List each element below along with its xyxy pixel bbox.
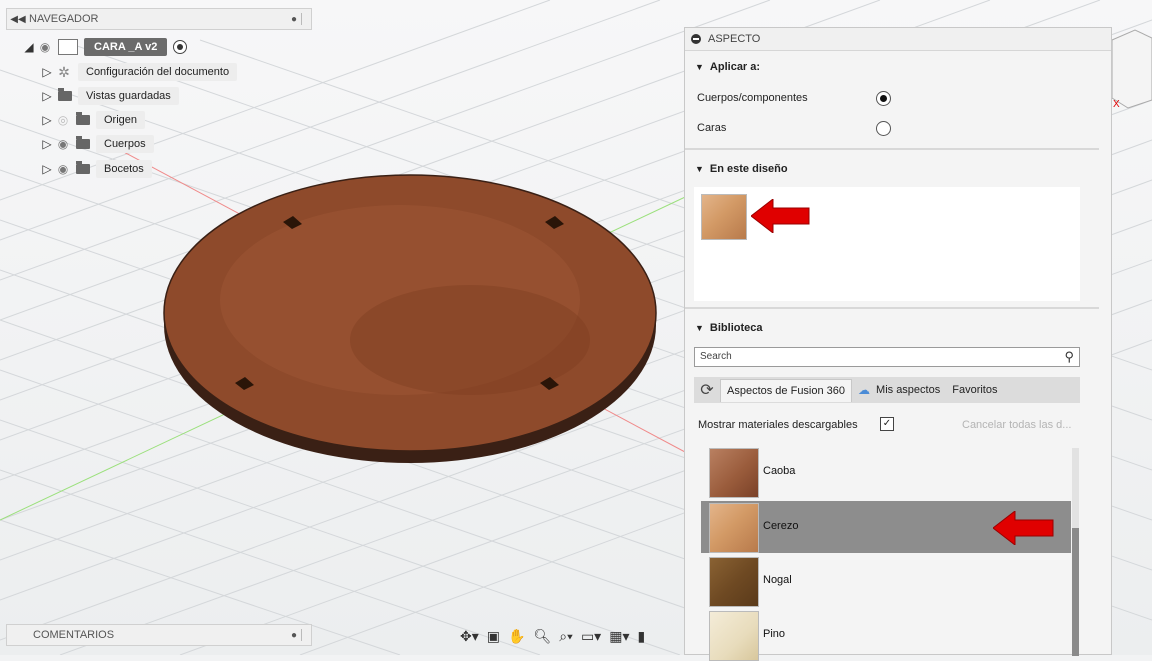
gear-icon: ✲ bbox=[58, 63, 70, 80]
activate-radio-icon[interactable] bbox=[173, 40, 188, 54]
expand-triangle-icon[interactable]: ▷ bbox=[40, 89, 54, 103]
browser-item-origin[interactable]: ▷ ◎ Origen bbox=[40, 109, 146, 131]
show-downloadable-label: Mostrar materiales descargables bbox=[698, 419, 858, 431]
folder-icon bbox=[76, 161, 90, 174]
search-placeholder: Search bbox=[700, 351, 732, 362]
nogal-swatch bbox=[709, 557, 759, 607]
red-arrow-icon bbox=[993, 511, 1054, 545]
browser-header[interactable]: ◀◀ NAVEGADOR ● bbox=[6, 8, 312, 30]
apply-to-section-title[interactable]: ▼ Aplicar a: bbox=[695, 61, 760, 73]
expand-triangle-icon[interactable]: ▷ bbox=[40, 137, 54, 151]
browser-item-bodies[interactable]: ▷ ◉ Cuerpos bbox=[40, 133, 154, 155]
library-label: Biblioteca bbox=[709, 322, 763, 334]
fit-icon[interactable]: ⌕▾ bbox=[557, 628, 575, 645]
cherry-swatch-in-design[interactable] bbox=[701, 194, 747, 240]
library-item-label: Nogal bbox=[763, 574, 792, 586]
cancel-all-downloads-link[interactable]: Cancelar todas las d... bbox=[962, 419, 1071, 431]
cloud-icon: ☁ bbox=[858, 383, 871, 397]
in-design-swatches bbox=[694, 187, 1080, 301]
library-item-nogal[interactable]: Nogal bbox=[701, 555, 1071, 607]
red-arrow-icon bbox=[751, 199, 810, 233]
folder-icon bbox=[58, 88, 72, 101]
browser-item-label: Configuración del documento bbox=[78, 63, 238, 81]
apply-bodies-radio[interactable] bbox=[876, 91, 891, 106]
look-at-icon[interactable]: ▣ bbox=[485, 628, 502, 645]
visibility-eye-icon[interactable]: ◉ bbox=[36, 40, 54, 54]
library-item-label: Cerezo bbox=[763, 520, 799, 532]
browser-item-label: Vistas guardadas bbox=[78, 87, 179, 105]
divider bbox=[685, 148, 1099, 150]
cerezo-swatch bbox=[709, 503, 759, 553]
appearance-title: ASPECTO bbox=[708, 33, 761, 45]
divider bbox=[685, 307, 1099, 309]
comments-title: COMENTARIOS bbox=[33, 629, 115, 641]
browser-pin-icon[interactable]: ● bbox=[287, 14, 301, 25]
browser-item-saved-views[interactable]: ▷ Vistas guardadas bbox=[40, 85, 179, 107]
browser-item-label: Bocetos bbox=[96, 160, 152, 178]
collapse-triangle-icon[interactable]: ▼ bbox=[695, 62, 704, 72]
pino-swatch bbox=[709, 611, 759, 661]
comments-panel[interactable]: COMENTARIOS ● bbox=[6, 624, 312, 646]
browser-item-label: Cuerpos bbox=[96, 135, 154, 153]
library-item-pino[interactable]: Pino bbox=[701, 609, 1071, 661]
navigation-toolbar: ✥▾ ▣ ✋ 🔍︎ ⌕▾ ▭▾ ▦▾ ▮ bbox=[458, 624, 647, 648]
in-design-label: En este diseño bbox=[709, 163, 788, 175]
refresh-icon[interactable]: ⟳ bbox=[694, 380, 720, 400]
tab-my-appearances[interactable]: Mis aspectos bbox=[870, 379, 946, 401]
browser-item-label: Origen bbox=[96, 111, 146, 129]
component-icon bbox=[58, 39, 78, 55]
tab-fusion-appearances[interactable]: Aspectos de Fusion 360 bbox=[720, 378, 853, 402]
tab-favorites[interactable]: Favoritos bbox=[946, 379, 1003, 401]
browser-item-sketches[interactable]: ▷ ◉ Bocetos bbox=[40, 158, 152, 180]
in-design-section-title[interactable]: ▼ En este diseño bbox=[695, 163, 788, 175]
library-item-label: Pino bbox=[763, 628, 786, 640]
collapse-triangle-icon[interactable]: ▼ bbox=[695, 323, 704, 333]
apply-option-faces-label: Caras bbox=[697, 122, 727, 134]
library-item-caoba[interactable]: Caoba bbox=[701, 446, 1071, 498]
svg-text:X: X bbox=[1113, 99, 1120, 110]
component-label[interactable]: CARA _A v2 bbox=[84, 38, 168, 56]
apply-option-bodies-label: Cuerpos/componentes bbox=[697, 92, 808, 104]
scrollbar-thumb[interactable] bbox=[1072, 528, 1079, 656]
appearance-dialog: ASPECTO ▼ Aplicar a: Cuerpos/componentes … bbox=[684, 27, 1112, 661]
display-settings-icon[interactable]: ▭▾ bbox=[579, 628, 603, 645]
hidden-eye-icon[interactable]: ◎ bbox=[54, 113, 72, 127]
orbit-icon[interactable]: ✥▾ bbox=[458, 628, 481, 645]
caoba-swatch bbox=[709, 448, 759, 498]
collapse-dialog-icon[interactable] bbox=[691, 34, 701, 44]
collapse-left-icon[interactable]: ◀◀ bbox=[7, 14, 29, 25]
visibility-eye-icon[interactable]: ◉ bbox=[54, 137, 72, 151]
search-icon[interactable]: ⚲ bbox=[1064, 349, 1074, 365]
library-section-title[interactable]: ▼ Biblioteca bbox=[695, 322, 763, 334]
zoom-icon[interactable]: 🔍︎ bbox=[531, 628, 553, 645]
library-item-cerezo[interactable]: Cerezo bbox=[701, 501, 1071, 553]
pan-hand-icon[interactable]: ✋ bbox=[506, 628, 527, 645]
visibility-eye-icon[interactable]: ◉ bbox=[54, 162, 72, 176]
library-tabs: ⟳ Aspectos de Fusion 360 ☁ Mis aspectos … bbox=[694, 377, 1080, 403]
expand-triangle-icon[interactable]: ▷ bbox=[40, 162, 54, 176]
browser-item-document-settings[interactable]: ▷ ✲ Configuración del documento bbox=[40, 61, 238, 83]
browser-title: NAVEGADOR bbox=[29, 13, 99, 25]
library-scrollbar[interactable] bbox=[1072, 448, 1079, 656]
expanded-triangle-icon[interactable]: ◢ bbox=[22, 40, 36, 54]
apply-to-label: Aplicar a: bbox=[709, 61, 761, 73]
expand-triangle-icon[interactable]: ▷ bbox=[40, 65, 54, 79]
viewports-icon[interactable]: ▮ bbox=[635, 628, 647, 645]
appearance-header[interactable]: ASPECTO bbox=[685, 28, 1111, 51]
comments-pin-icon[interactable]: ● bbox=[287, 630, 301, 641]
grid-settings-icon[interactable]: ▦▾ bbox=[607, 628, 631, 645]
library-search-input[interactable]: Search ⚲ bbox=[694, 347, 1080, 367]
library-item-label: Caoba bbox=[763, 465, 796, 477]
collapse-triangle-icon[interactable]: ▼ bbox=[695, 164, 704, 174]
panel-grip[interactable] bbox=[301, 629, 308, 641]
folder-icon bbox=[76, 112, 90, 125]
browser-root-component[interactable]: ◢ ◉ CARA _A v2 bbox=[22, 36, 188, 58]
expand-triangle-icon[interactable]: ▷ bbox=[40, 113, 54, 127]
folder-icon bbox=[76, 136, 90, 149]
panel-grip[interactable] bbox=[301, 13, 308, 25]
apply-faces-radio[interactable] bbox=[876, 121, 891, 136]
show-downloadable-checkbox[interactable]: ✓ bbox=[880, 417, 894, 431]
